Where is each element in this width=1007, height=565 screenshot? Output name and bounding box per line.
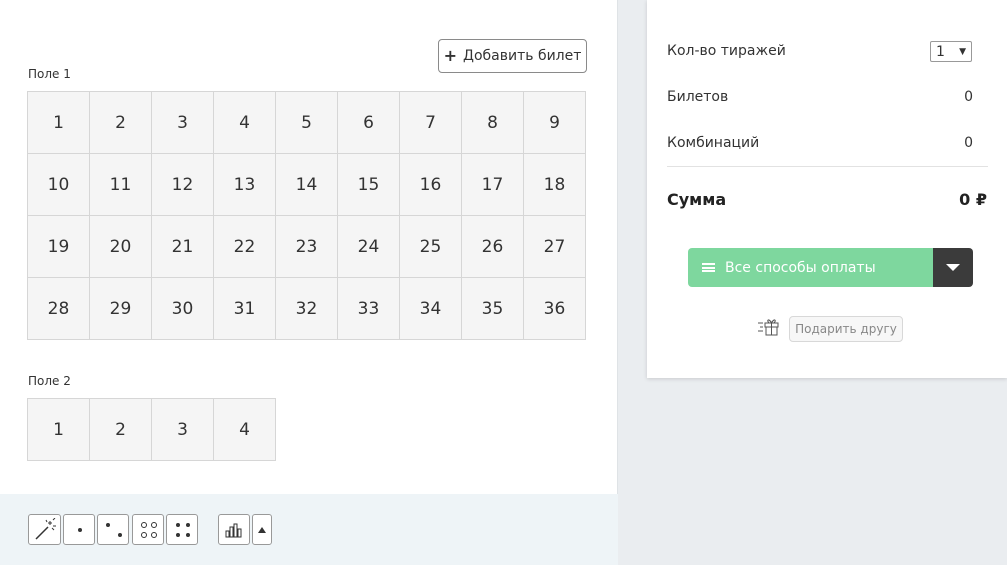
chevron-down-icon: ▼ xyxy=(959,46,966,57)
number-cell[interactable]: 13 xyxy=(214,154,276,216)
number-cell[interactable]: 30 xyxy=(152,278,214,340)
four-circles-icon[interactable] xyxy=(132,514,164,545)
number-cell[interactable]: 2 xyxy=(90,92,152,154)
number-cell[interactable]: 9 xyxy=(524,92,586,154)
number-cell[interactable]: 4 xyxy=(214,92,276,154)
draws-select[interactable]: 1 ▼ xyxy=(930,41,972,62)
number-cell[interactable]: 7 xyxy=(400,92,462,154)
number-cell[interactable]: 3 xyxy=(152,399,214,461)
divider xyxy=(667,166,988,167)
number-cell[interactable]: 27 xyxy=(524,216,586,278)
chevron-down-icon xyxy=(946,264,960,271)
ticket-area: + Добавить билет Поле 1 1 2 3 4 5 6 7 8 9 10 11 12 1… xyxy=(0,0,618,565)
sum-value: 0 ₽ xyxy=(959,190,987,209)
number-cell[interactable]: 8 xyxy=(462,92,524,154)
add-ticket-button[interactable]: + Добавить билет xyxy=(438,39,587,73)
number-cell[interactable]: 4 xyxy=(214,399,276,461)
payment-methods-button[interactable]: Все способы оплаты xyxy=(688,248,933,287)
plus-icon: + xyxy=(443,46,458,65)
two-dots-icon[interactable] xyxy=(97,514,129,545)
one-dot-icon[interactable] xyxy=(63,514,95,545)
summary-panel: Кол-во тиражей 1 ▼ Билетов 0 Комбинаций … xyxy=(647,0,1007,378)
number-cell[interactable]: 22 xyxy=(214,216,276,278)
number-cell[interactable]: 28 xyxy=(28,278,90,340)
number-cell[interactable]: 11 xyxy=(90,154,152,216)
magic-wand-icon[interactable] xyxy=(28,514,61,545)
number-cell[interactable]: 25 xyxy=(400,216,462,278)
number-cell[interactable]: 32 xyxy=(276,278,338,340)
number-cell[interactable]: 20 xyxy=(90,216,152,278)
gift-friend-button[interactable]: Подарить другу xyxy=(789,316,903,342)
number-cell[interactable]: 5 xyxy=(276,92,338,154)
four-dots-icon[interactable] xyxy=(166,514,198,545)
number-cell[interactable]: 33 xyxy=(338,278,400,340)
bar-chart-icon[interactable] xyxy=(218,514,250,545)
combinations-label: Комбинаций xyxy=(667,135,760,151)
number-cell[interactable]: 21 xyxy=(152,216,214,278)
number-cell[interactable]: 17 xyxy=(462,154,524,216)
number-cell[interactable]: 34 xyxy=(400,278,462,340)
number-cell[interactable]: 2 xyxy=(90,399,152,461)
gift-icon xyxy=(758,317,780,337)
sum-label: Сумма xyxy=(667,190,727,209)
tickets-value: 0 xyxy=(964,89,973,105)
number-cell[interactable]: 1 xyxy=(28,92,90,154)
draws-label: Кол-во тиражей xyxy=(667,43,786,59)
field-2-label: Поле 2 xyxy=(28,374,71,388)
number-cell[interactable]: 10 xyxy=(28,154,90,216)
tickets-label: Билетов xyxy=(667,89,729,105)
number-cell[interactable]: 31 xyxy=(214,278,276,340)
number-cell[interactable]: 23 xyxy=(276,216,338,278)
number-cell[interactable]: 12 xyxy=(152,154,214,216)
field-1-grid: 1 2 3 4 5 6 7 8 9 10 11 12 13 14 15 16 17 18 19 20 21 22 23 24 2… xyxy=(27,91,586,340)
number-cell[interactable]: 26 xyxy=(462,216,524,278)
number-cell[interactable]: 19 xyxy=(28,216,90,278)
payment-dropdown-button[interactable] xyxy=(933,248,973,287)
number-cell[interactable]: 35 xyxy=(462,278,524,340)
combinations-value: 0 xyxy=(964,135,973,151)
field-1-label: Поле 1 xyxy=(28,67,71,81)
number-cell[interactable]: 16 xyxy=(400,154,462,216)
number-cell[interactable]: 18 xyxy=(524,154,586,216)
number-cell[interactable]: 6 xyxy=(338,92,400,154)
number-cell[interactable]: 24 xyxy=(338,216,400,278)
menu-icon xyxy=(702,263,715,272)
number-cell[interactable]: 36 xyxy=(524,278,586,340)
draws-value: 1 xyxy=(936,43,945,60)
field-2-grid: 1234 xyxy=(27,398,276,461)
payment-methods-label: Все способы оплаты xyxy=(725,259,876,276)
number-cell[interactable]: 3 xyxy=(152,92,214,154)
ticket-toolbar xyxy=(0,494,618,565)
add-ticket-label: Добавить билет xyxy=(463,48,582,64)
arrow-up-icon[interactable] xyxy=(252,514,272,545)
number-cell[interactable]: 29 xyxy=(90,278,152,340)
number-cell[interactable]: 15 xyxy=(338,154,400,216)
number-cell[interactable]: 14 xyxy=(276,154,338,216)
number-cell[interactable]: 1 xyxy=(28,399,90,461)
